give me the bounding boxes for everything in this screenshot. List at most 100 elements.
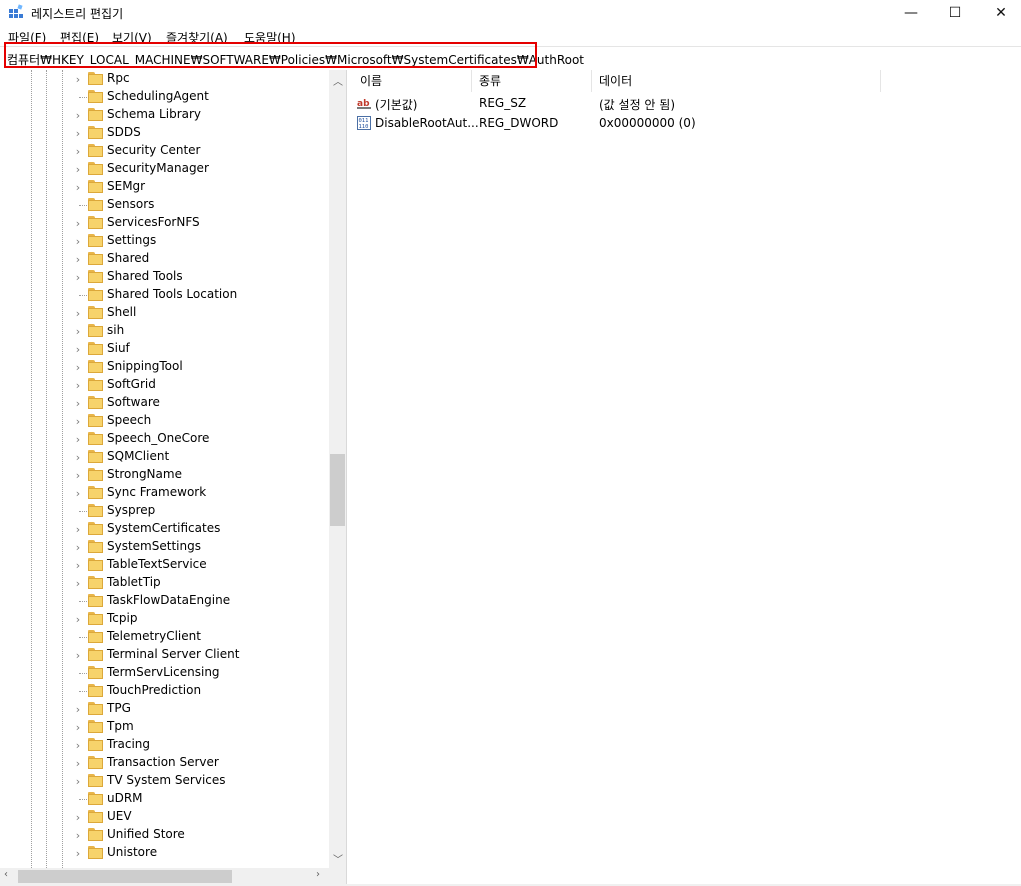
tree-item[interactable]: › Tpm xyxy=(0,718,330,736)
tree-item[interactable]: TelemetryClient xyxy=(0,628,330,646)
tree-item[interactable]: › ServicesForNFS xyxy=(0,214,330,232)
scroll-right-icon[interactable]: › xyxy=(316,869,320,880)
chevron-right-icon[interactable]: › xyxy=(73,253,83,266)
scroll-left-icon[interactable]: ‹ xyxy=(4,869,8,880)
chevron-right-icon[interactable]: › xyxy=(73,613,83,626)
tree-item[interactable]: › Shell xyxy=(0,304,330,322)
chevron-right-icon[interactable]: › xyxy=(73,271,83,284)
chevron-right-icon[interactable]: › xyxy=(73,451,83,464)
chevron-right-icon[interactable]: › xyxy=(73,721,83,734)
tree-item[interactable]: › Siuf xyxy=(0,340,330,358)
tree-item[interactable]: › SnippingTool xyxy=(0,358,330,376)
tree-item[interactable]: › SEMgr xyxy=(0,178,330,196)
chevron-right-icon[interactable]: › xyxy=(73,487,83,500)
tree-item[interactable]: Sensors xyxy=(0,196,330,214)
tree-item[interactable]: › TableTextService xyxy=(0,556,330,574)
chevron-right-icon[interactable]: › xyxy=(73,847,83,860)
chevron-right-icon[interactable]: › xyxy=(73,577,83,590)
tree-item[interactable]: TouchPrediction xyxy=(0,682,330,700)
chevron-right-icon[interactable]: › xyxy=(73,127,83,140)
tree-item[interactable]: › StrongName xyxy=(0,466,330,484)
tree-item[interactable]: › Tracing xyxy=(0,736,330,754)
chevron-right-icon[interactable]: › xyxy=(73,145,83,158)
column-header-name[interactable]: 이름 xyxy=(360,70,382,92)
chevron-right-icon[interactable]: › xyxy=(73,415,83,428)
chevron-right-icon[interactable]: › xyxy=(73,361,83,374)
maximize-button[interactable]: ☐ xyxy=(932,0,978,26)
chevron-right-icon[interactable]: › xyxy=(73,811,83,824)
tree-item[interactable]: Shared Tools Location xyxy=(0,286,330,304)
tree-item[interactable]: › Tcpip xyxy=(0,610,330,628)
tree-item[interactable]: TaskFlowDataEngine xyxy=(0,592,330,610)
chevron-right-icon[interactable]: › xyxy=(73,523,83,536)
chevron-right-icon[interactable]: › xyxy=(73,397,83,410)
tree-item[interactable]: › Rpc xyxy=(0,70,330,88)
tree-item[interactable]: uDRM xyxy=(0,790,330,808)
tree-item[interactable]: TermServLicensing xyxy=(0,664,330,682)
tree-item[interactable]: › Shared xyxy=(0,250,330,268)
tree-item[interactable]: › SystemSettings xyxy=(0,538,330,556)
tree-item[interactable]: › SDDS xyxy=(0,124,330,142)
folder-icon xyxy=(88,666,103,679)
tree-item[interactable]: › TPG xyxy=(0,700,330,718)
folder-icon xyxy=(88,324,103,337)
chevron-right-icon[interactable]: › xyxy=(73,541,83,554)
tree-horizontal-scroll-thumb[interactable] xyxy=(18,870,232,883)
chevron-right-icon[interactable]: › xyxy=(73,559,83,572)
chevron-right-icon[interactable]: › xyxy=(73,757,83,770)
tree-item[interactable]: › Schema Library xyxy=(0,106,330,124)
tree-item[interactable]: Sysprep xyxy=(0,502,330,520)
tree-item[interactable]: › sih xyxy=(0,322,330,340)
tree-item[interactable]: › Settings xyxy=(0,232,330,250)
scroll-up-icon[interactable]: ︿ xyxy=(333,73,343,88)
tree-item[interactable]: › Shared Tools xyxy=(0,268,330,286)
chevron-right-icon[interactable]: › xyxy=(73,325,83,338)
chevron-right-icon[interactable]: › xyxy=(73,73,83,86)
tree-item[interactable]: › Unified Store xyxy=(0,826,330,844)
chevron-right-icon[interactable]: › xyxy=(73,649,83,662)
tree-item[interactable]: › Sync Framework xyxy=(0,484,330,502)
tree-item[interactable]: › SystemCertificates xyxy=(0,520,330,538)
chevron-right-icon[interactable]: › xyxy=(73,217,83,230)
tree-item[interactable]: › SecurityManager xyxy=(0,160,330,178)
tree-item[interactable]: › Transaction Server xyxy=(0,754,330,772)
chevron-right-icon[interactable]: › xyxy=(73,235,83,248)
tree-item[interactable]: › SQMClient xyxy=(0,448,330,466)
chevron-right-icon[interactable]: › xyxy=(73,379,83,392)
chevron-right-icon[interactable]: › xyxy=(73,181,83,194)
chevron-right-icon[interactable]: › xyxy=(73,343,83,356)
chevron-right-icon[interactable]: › xyxy=(73,775,83,788)
chevron-right-icon[interactable]: › xyxy=(73,433,83,446)
column-header-data[interactable]: 데이터 xyxy=(599,70,632,92)
chevron-right-icon[interactable]: › xyxy=(73,109,83,122)
chevron-right-icon[interactable]: › xyxy=(73,703,83,716)
tree-item[interactable]: › Software xyxy=(0,394,330,412)
minimize-button[interactable]: — xyxy=(888,0,934,26)
tree-item[interactable]: › TabletTip xyxy=(0,574,330,592)
close-button[interactable]: ✕ xyxy=(978,0,1021,26)
chevron-right-icon[interactable]: › xyxy=(73,307,83,320)
tree-item[interactable]: › Speech xyxy=(0,412,330,430)
value-row[interactable]: ab (기본값) REG_SZ (값 설정 안 됨) xyxy=(352,93,1021,113)
tree-item[interactable]: › TV System Services xyxy=(0,772,330,790)
column-separator[interactable] xyxy=(880,70,881,92)
column-separator[interactable] xyxy=(471,70,472,92)
scroll-down-icon[interactable]: ﹀ xyxy=(333,851,343,866)
tree-item[interactable]: SchedulingAgent xyxy=(0,88,330,106)
chevron-right-icon[interactable]: › xyxy=(73,829,83,842)
tree-item[interactable]: › Unistore xyxy=(0,844,330,862)
chevron-right-icon[interactable]: › xyxy=(73,163,83,176)
tree-item[interactable]: › Speech_OneCore xyxy=(0,430,330,448)
tree-item-label: Rpc xyxy=(107,71,130,85)
tree-item[interactable]: › Terminal Server Client xyxy=(0,646,330,664)
chevron-right-icon[interactable]: › xyxy=(73,739,83,752)
value-row[interactable]: 011 110 DisableRootAut... REG_DWORD 0x00… xyxy=(352,113,1021,133)
column-header-type[interactable]: 종류 xyxy=(479,70,501,92)
folder-icon xyxy=(88,360,103,373)
tree-item[interactable]: › SoftGrid xyxy=(0,376,330,394)
column-separator[interactable] xyxy=(591,70,592,92)
tree-vertical-scroll-thumb[interactable] xyxy=(330,454,345,526)
tree-item[interactable]: › Security Center xyxy=(0,142,330,160)
tree-item[interactable]: › UEV xyxy=(0,808,330,826)
chevron-right-icon[interactable]: › xyxy=(73,469,83,482)
